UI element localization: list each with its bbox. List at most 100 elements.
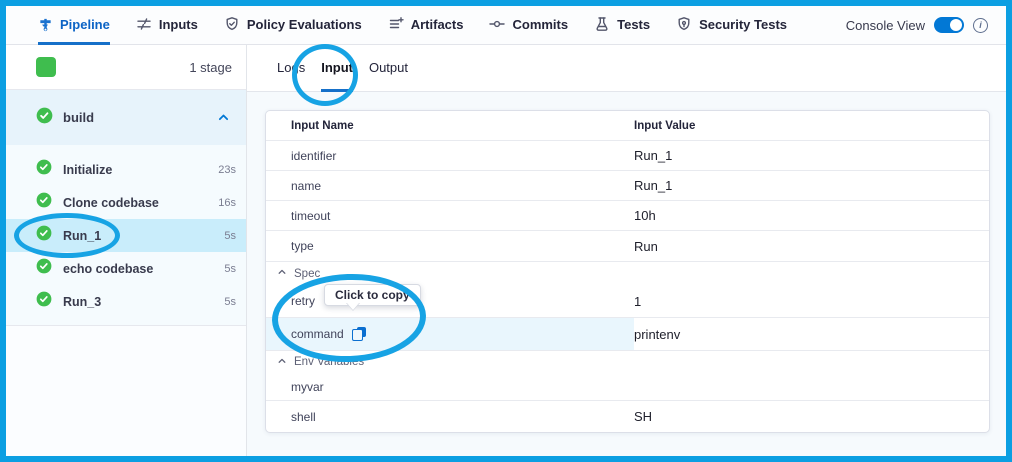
click-to-copy-tooltip: Click to copy: [324, 284, 421, 306]
chevron-up-icon: [277, 356, 287, 369]
stage-status-square-icon: [36, 57, 56, 77]
info-icon[interactable]: i: [973, 18, 988, 33]
section-row-spec[interactable]: Spec: [266, 262, 989, 285]
commits-icon: [489, 16, 505, 32]
step-name: Run_3: [63, 295, 101, 309]
step-duration: 16s: [218, 197, 236, 209]
check-circle-icon: [36, 107, 53, 129]
section-row-env-variables[interactable]: Env Variables: [266, 351, 989, 373]
screenshot-frame: Pipeline Inputs Policy Evaluations Artif…: [0, 0, 1012, 462]
input-name: name: [291, 179, 321, 193]
pipeline-execution-app: Pipeline Inputs Policy Evaluations Artif…: [6, 6, 1006, 456]
details-tabbar: Logs Input Output: [247, 45, 1006, 92]
input-values-card: Input Name Input Value identifier Run_1 …: [265, 110, 990, 433]
top-tab-label: Policy Evaluations: [247, 17, 362, 32]
table-row[interactable]: type Run: [266, 231, 989, 262]
console-view-label: Console View: [846, 18, 925, 33]
column-header-input-value: Input Value: [634, 120, 989, 132]
table-row[interactable]: identifier Run_1: [266, 141, 989, 171]
chevron-up-icon: [277, 267, 287, 280]
input-name: command: [291, 327, 344, 341]
top-tab-label: Tests: [617, 17, 650, 32]
input-name: retry: [291, 294, 315, 308]
tab-logs[interactable]: Logs: [277, 45, 305, 92]
check-circle-icon: [36, 159, 52, 180]
section-label: Env Variables: [294, 356, 364, 368]
pipeline-icon: [38, 17, 53, 32]
table-row-command[interactable]: command printenv: [266, 318, 989, 351]
step-name: Initialize: [63, 163, 112, 177]
chevron-up-icon[interactable]: [217, 111, 230, 124]
top-tab-label: Security Tests: [699, 17, 787, 32]
step-duration: 5s: [224, 263, 236, 275]
step-list: Initialize 23s Clone codebase 16s Run_1 …: [6, 145, 246, 326]
execution-sidebar: 1 stage build Initialize 23s: [6, 45, 247, 456]
top-tab-inputs[interactable]: Inputs: [136, 6, 198, 45]
policy-evaluations-icon: [224, 16, 240, 32]
input-name: type: [291, 239, 314, 253]
top-tab-tests[interactable]: Tests: [594, 6, 650, 45]
input-name: timeout: [291, 209, 330, 223]
check-circle-icon: [36, 258, 52, 279]
tab-output[interactable]: Output: [369, 45, 408, 92]
step-duration: 5s: [224, 296, 236, 308]
top-tab-security-tests[interactable]: Security Tests: [676, 6, 787, 45]
input-value: SH: [634, 409, 989, 424]
check-circle-icon: [36, 291, 52, 312]
security-tests-icon: [676, 16, 692, 32]
step-run-1[interactable]: Run_1 5s: [6, 219, 246, 252]
top-tab-commits[interactable]: Commits: [489, 6, 568, 45]
top-tab-label: Artifacts: [411, 17, 464, 32]
stage-name: build: [63, 110, 94, 125]
table-row[interactable]: myvar: [266, 373, 989, 401]
console-view-controls: Console View i: [846, 6, 988, 44]
step-clone-codebase[interactable]: Clone codebase 16s: [6, 186, 246, 219]
copy-icon[interactable]: [352, 327, 366, 341]
toggle-knob: [950, 19, 962, 31]
tab-input[interactable]: Input: [321, 45, 353, 92]
tests-icon: [594, 16, 610, 32]
check-circle-icon: [36, 192, 52, 213]
input-tab-content: Input Name Input Value identifier Run_1 …: [247, 92, 1006, 456]
table-row[interactable]: name Run_1: [266, 171, 989, 201]
tab-label: Logs: [277, 60, 305, 75]
input-value: 1: [634, 294, 989, 309]
console-view-toggle[interactable]: [934, 17, 964, 33]
stage-count: 1 stage: [189, 60, 232, 75]
table-header-row: Input Name Input Value: [266, 111, 989, 141]
check-circle-icon: [36, 225, 52, 246]
step-echo-codebase[interactable]: echo codebase 5s: [6, 252, 246, 285]
top-navigation: Pipeline Inputs Policy Evaluations Artif…: [6, 6, 1006, 45]
tooltip-text: Click to copy: [335, 288, 410, 302]
top-tab-label: Inputs: [159, 17, 198, 32]
stage-summary-row: 1 stage: [6, 45, 246, 90]
step-name: Run_1: [63, 229, 101, 243]
input-name: shell: [291, 410, 316, 424]
input-name: myvar: [291, 380, 324, 394]
top-tab-label: Pipeline: [60, 17, 110, 32]
step-duration: 23s: [218, 164, 236, 176]
step-initialize[interactable]: Initialize 23s: [6, 153, 246, 186]
step-duration: 5s: [224, 230, 236, 242]
artifacts-icon: [388, 16, 404, 32]
input-value: 10h: [634, 208, 989, 223]
step-name: Clone codebase: [63, 196, 159, 210]
input-value: Run_1: [634, 178, 989, 193]
top-tab-policy-evaluations[interactable]: Policy Evaluations: [224, 6, 362, 45]
top-tab-pipeline[interactable]: Pipeline: [38, 6, 110, 45]
stage-row-build[interactable]: build: [6, 90, 246, 145]
step-run-3[interactable]: Run_3 5s: [6, 285, 246, 318]
inputs-icon: [136, 16, 152, 32]
table-row[interactable]: timeout 10h: [266, 201, 989, 231]
section-label: Spec: [294, 268, 320, 280]
top-tab-label: Commits: [512, 17, 568, 32]
input-value: Run: [634, 239, 989, 254]
step-name: echo codebase: [63, 262, 153, 276]
tab-label: Input: [321, 60, 353, 75]
table-row[interactable]: shell SH: [266, 401, 989, 432]
column-header-input-name: Input Name: [266, 111, 634, 140]
tab-label: Output: [369, 60, 408, 75]
top-tab-artifacts[interactable]: Artifacts: [388, 6, 464, 45]
input-name: identifier: [291, 149, 336, 163]
input-value: printenv: [634, 327, 989, 342]
